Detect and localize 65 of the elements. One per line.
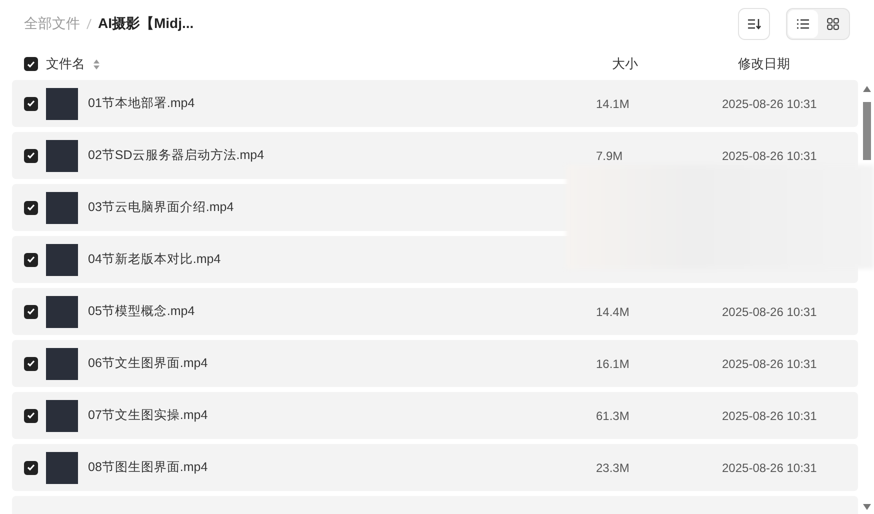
modified-date: 2025-08-26 10:31 [722,96,817,110]
sort-button[interactable] [738,8,770,40]
checkmark-icon [27,100,35,107]
file-name: 03节云电脑界面介绍.mp4 [88,199,234,216]
file-size: 16.1M [596,356,630,370]
scroll-down-icon[interactable] [863,504,871,510]
modified-date: 2025-08-26 10:31 [722,460,817,474]
scrollbar-thumb[interactable] [863,102,871,160]
checkmark-icon [27,464,35,471]
video-thumbnail-placeholder [46,400,78,432]
checkbox[interactable] [24,408,38,422]
file-name: 06节文生图界面.mp4 [88,355,208,372]
list-icon [797,19,809,29]
checkbox[interactable] [24,252,38,266]
checkbox[interactable] [24,148,38,162]
video-thumbnail-placeholder [46,140,78,172]
checkmark-icon [27,204,35,211]
file-size: 14.1M [596,96,630,110]
file-name: 01节本地部署.mp4 [88,95,195,112]
video-thumbnail-placeholder [46,192,78,224]
file-size: 14.4M [596,304,630,318]
modified-date: 2025-08-26 10:31 [722,148,817,162]
file-size: 23.3M [596,460,630,474]
file-row[interactable]: 05节模型概念.mp4 14.4M 2025-08-26 10:31 [12,288,858,335]
column-header[interactable]: 大小 [600,55,738,73]
separator-icon [86,18,92,30]
video-thumbnail-placeholder [46,88,78,120]
file-row[interactable]: 06节文生图界面.mp4 16.1M 2025-08-26 10:31 [12,340,858,387]
checkbox[interactable] [24,96,38,110]
sort-icon [747,18,761,30]
scroll-up-icon[interactable] [863,86,871,92]
checkbox[interactable] [24,57,38,71]
checkmark-icon [27,60,35,68]
checkbox[interactable] [24,304,38,318]
file-row[interactable]: 07节文生图实操.mp4 61.3M 2025-08-26 10:31 [12,392,858,439]
video-thumbnail-placeholder [46,452,78,484]
checkmark-icon [27,412,35,419]
modified-date: 2025-08-26 10:31 [722,356,817,370]
video-thumbnail-placeholder [46,244,78,276]
checkbox[interactable] [24,200,38,214]
checkmark-icon [27,152,35,159]
file-name: 08节图生图界面.mp4 [88,459,208,476]
modified-date: 2025-08-26 10:31 [722,304,817,318]
sort-arrows-icon[interactable] [93,58,100,70]
column-header[interactable]: 修改日期 [738,55,790,73]
checkbox[interactable] [24,356,38,370]
modified-date: 2025-08-26 10:31 [722,408,817,422]
breadcrumb-link[interactable]: AI摄影【Midj... [98,15,194,33]
file-name: 07节文生图实操.mp4 [88,407,208,424]
checkmark-icon [27,308,35,315]
file-name: 02节SD云服务器启动方法.mp4 [88,147,264,164]
video-thumbnail-placeholder [46,296,78,328]
file-row[interactable]: 08节图生图界面.mp4 23.3M 2025-08-26 10:31 [12,444,858,491]
checkmark-icon [27,256,35,263]
checkmark-icon [27,360,35,367]
file-size: 61.3M [596,408,630,422]
video-thumbnail-placeholder [46,348,78,380]
file-name: 05节模型概念.mp4 [88,303,195,320]
file-size: 7.9M [596,148,624,162]
list-view-button[interactable] [788,10,818,38]
file-name: 04节新老版本对比.mp4 [88,251,221,268]
checkbox[interactable] [24,460,38,474]
column-header[interactable]: 文件名 [46,55,85,73]
file-row[interactable]: 01节本地部署.mp4 14.1M 2025-08-26 10:31 [12,80,858,127]
grid-icon [827,18,839,30]
